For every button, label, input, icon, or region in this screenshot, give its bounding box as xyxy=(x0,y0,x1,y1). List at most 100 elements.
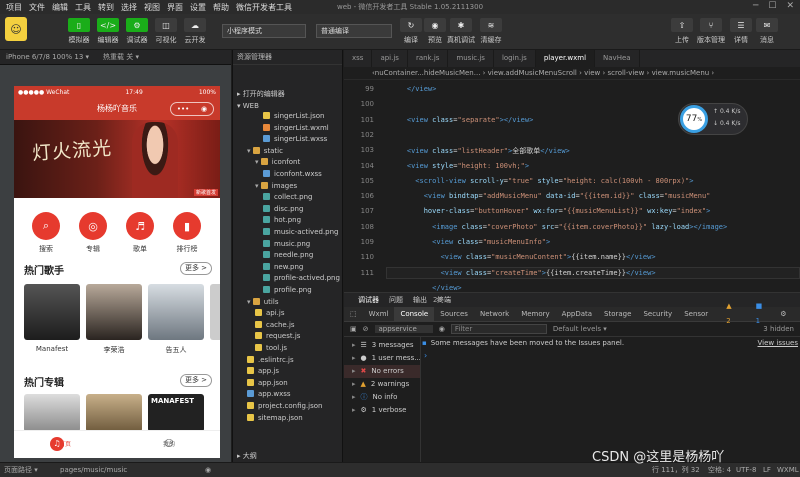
file-item[interactable]: profile-actived.png xyxy=(233,273,340,285)
code-line[interactable]: <view class="listHeader">全部歌单</view> xyxy=(390,146,570,156)
file-item[interactable]: sitemap.json xyxy=(233,413,303,425)
category-playlist[interactable]: ♬ 歌单 xyxy=(122,212,158,254)
file-item[interactable]: iconfont.wxss xyxy=(233,169,322,181)
console-group[interactable]: ▸ ☰ 3 messages xyxy=(352,339,414,352)
file-item[interactable]: music.png xyxy=(233,239,310,251)
code-line[interactable]: <scroll-view scroll-y="true" style="heig… xyxy=(390,177,693,185)
devtools-tab[interactable]: Wxml xyxy=(363,307,395,322)
file-item[interactable]: collect.png xyxy=(233,192,312,204)
menu-item[interactable]: 编辑 xyxy=(52,2,68,13)
console-group[interactable]: ▸ ▲ 2 warnings xyxy=(352,378,409,391)
console-group[interactable]: ▸ ● 1 user mess... xyxy=(352,352,421,365)
toolbar-branch-button[interactable]: ⑂ 版本管理 xyxy=(696,18,726,45)
device-select[interactable]: iPhone 6/7/8 100% 13 ▾ xyxy=(6,53,89,61)
toolbar-phone-button[interactable]: ▯ 模拟器 xyxy=(64,18,94,45)
breadcrumb[interactable]: ‹nuContainer...hideMusicMen... › view.ad… xyxy=(344,67,800,80)
eye-icon[interactable]: ◉ xyxy=(205,463,211,477)
inspect-icon[interactable]: ⬚ xyxy=(344,307,363,322)
menu-item[interactable]: 帮助 xyxy=(213,2,229,13)
settings-icon[interactable]: ⚙ xyxy=(774,307,792,322)
menu-item[interactable]: 界面 xyxy=(167,2,183,13)
toolbar-debug-button[interactable]: ⚙ 调试器 xyxy=(122,18,152,45)
target-icon[interactable]: ◉ xyxy=(201,105,207,113)
toolbar-visual-button[interactable]: ◫ 可视化 xyxy=(151,18,181,45)
category-disc[interactable]: ◎ 专辑 xyxy=(75,212,111,254)
devtools-top-tab[interactable]: 输出 xyxy=(413,295,427,305)
minimize-icon[interactable]: ─ xyxy=(753,1,758,11)
menu-item[interactable]: 选择 xyxy=(121,2,137,13)
code-line[interactable]: </view> xyxy=(390,284,462,292)
more-dots-icon[interactable]: ••• xyxy=(177,105,189,113)
indent[interactable]: 空格: 4 xyxy=(708,463,731,477)
toolbar-cloud-button[interactable]: ☁ 云开发 xyxy=(180,18,210,45)
devtools-tab[interactable]: Console xyxy=(394,306,435,322)
file-item[interactable]: app.json xyxy=(233,378,288,390)
file-item[interactable]: hot.png xyxy=(233,215,301,227)
album-cover[interactable]: MANAFEST xyxy=(148,394,204,432)
clear-console-icon[interactable]: ⊘ xyxy=(363,325,369,333)
file-item[interactable]: new.png xyxy=(233,262,303,274)
menu-item[interactable]: 转到 xyxy=(98,2,114,13)
toolbar-upload-button[interactable]: ⇧ 上传 xyxy=(667,18,697,45)
category-chart[interactable]: ▮ 排行榜 xyxy=(169,212,205,254)
folder-item[interactable]: ▾ iconfont xyxy=(233,157,300,169)
code-line[interactable]: <view class="musicMenuContent">{{item.na… xyxy=(390,253,656,261)
sidebar-toggle-icon[interactable]: ▣ xyxy=(350,325,357,333)
editor-tab[interactable]: login.js xyxy=(494,50,536,67)
toolbar-layers-button[interactable]: ≋ 清缓存 xyxy=(476,18,506,45)
folder-item[interactable]: ▾ images xyxy=(233,181,297,193)
filter-input[interactable]: Filter xyxy=(450,324,547,334)
album-cover[interactable] xyxy=(86,394,142,432)
warning-count[interactable]: ▲ 2 xyxy=(714,299,743,329)
menu-item[interactable]: 工具 xyxy=(75,2,91,13)
code-line[interactable]: <view class="createTime">{{item.createTi… xyxy=(390,269,656,277)
console-group[interactable]: ▸ ⓘ No info xyxy=(352,391,397,404)
code-line[interactable]: <view class="separate"></view> xyxy=(390,116,533,124)
folder-item[interactable]: ▾ utils xyxy=(233,297,278,309)
outline-section[interactable]: ▸ 大纲 xyxy=(233,451,257,463)
devtools-tab[interactable]: Sources xyxy=(434,307,474,322)
menu-item[interactable]: 项目 xyxy=(6,2,22,13)
devtools-top-tab[interactable]: 问题 xyxy=(389,295,403,305)
file-item[interactable]: singerList.json xyxy=(233,111,324,123)
file-item[interactable]: cache.js xyxy=(233,320,295,332)
file-item[interactable]: app.wxss xyxy=(233,389,291,401)
cursor-position[interactable]: 行 111，列 32 xyxy=(652,463,700,477)
open-editors-section[interactable]: ▸ 打开的编辑器 xyxy=(233,89,285,101)
menu-item[interactable]: 文件 xyxy=(29,2,45,13)
singer-photo[interactable] xyxy=(86,284,142,340)
view-issues-link[interactable]: View issues xyxy=(758,339,798,347)
file-item[interactable]: disc.png xyxy=(233,204,303,216)
folder-item[interactable]: ▾ static xyxy=(233,146,283,158)
devtools-tab[interactable]: Storage xyxy=(598,307,637,322)
page-path-label[interactable]: 页面路径 ▾ xyxy=(4,463,38,477)
avatar[interactable]: ☺ xyxy=(5,17,27,41)
file-item[interactable]: singerList.wxss xyxy=(233,134,327,146)
mode-select[interactable]: 小程序模式 xyxy=(222,24,306,38)
devtools-tab[interactable]: AppData xyxy=(556,307,598,322)
albums-more-button[interactable]: 更多 > xyxy=(180,374,212,387)
devtools-tab[interactable]: Sensor xyxy=(678,307,714,322)
maximize-icon[interactable]: ☐ xyxy=(768,1,776,11)
code-line[interactable]: </view> xyxy=(390,85,437,93)
devtools-top-tab[interactable]: 调试器 xyxy=(358,295,379,305)
file-item[interactable]: music-actived.png xyxy=(233,227,339,239)
editor-tab[interactable]: music.js xyxy=(448,50,494,67)
code-line[interactable]: <view class="musicMenuInfo"> xyxy=(390,238,550,246)
hot-reload-select[interactable]: 热重载 关 ▾ xyxy=(103,52,139,62)
devtools-tab[interactable]: Memory xyxy=(515,307,555,322)
file-item[interactable]: api.js xyxy=(233,308,285,320)
levels-select[interactable]: Default levels ▾ xyxy=(553,325,607,333)
menu-item[interactable]: 设置 xyxy=(190,2,206,13)
file-item[interactable]: project.config.json xyxy=(233,401,322,413)
file-item[interactable]: app.js xyxy=(233,366,279,378)
code-line[interactable]: <view style="height: 100vh;"> xyxy=(390,162,529,170)
console-group[interactable]: ▸ ✖ No errors xyxy=(344,365,420,378)
code-line[interactable]: <view bindtap="addMusicMenu" data-id="{{… xyxy=(390,192,711,200)
file-item[interactable]: singerList.wxml xyxy=(233,123,329,135)
file-item[interactable]: profile.png xyxy=(233,285,312,297)
category-search[interactable]: ⌕ 搜索 xyxy=(28,212,64,254)
encoding[interactable]: UTF-8 xyxy=(736,463,756,477)
menu-item[interactable]: 视图 xyxy=(144,2,160,13)
file-item[interactable]: needle.png xyxy=(233,250,313,262)
